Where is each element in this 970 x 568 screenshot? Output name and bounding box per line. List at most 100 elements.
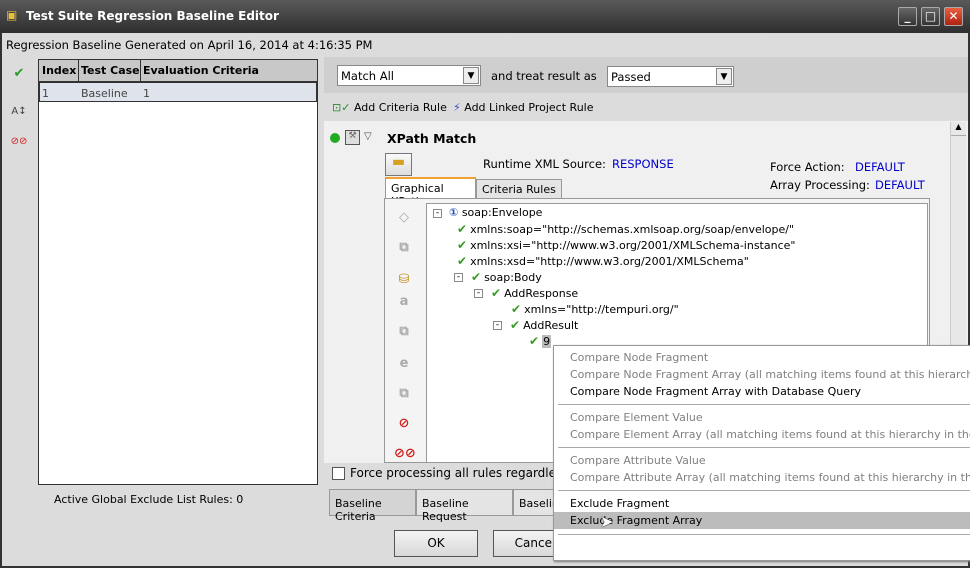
- check-icon: ✔: [457, 238, 468, 252]
- result-select[interactable]: Passed ▼: [607, 66, 734, 87]
- element-value-icon[interactable]: a: [394, 294, 414, 309]
- source-label: Runtime XML Source:: [483, 157, 606, 171]
- tab-baseline-other[interactable]: Baselin: [513, 489, 558, 516]
- ok-button[interactable]: OK: [394, 530, 478, 557]
- source-value[interactable]: RESPONSE: [612, 157, 674, 171]
- collapse-icon[interactable]: -: [474, 289, 483, 298]
- chevron-down-icon[interactable]: ▼: [716, 68, 732, 85]
- node-label: xmlns:soap="http://schemas.xmlsoap.org/s…: [470, 223, 795, 236]
- check-icon: ✔: [457, 222, 468, 236]
- scroll-up-icon[interactable]: ▲: [951, 122, 966, 136]
- collapse-icon[interactable]: -: [433, 209, 442, 218]
- check-icon: ✔: [457, 254, 468, 268]
- force-processing-label: Force processing all rules regardless o: [350, 466, 580, 480]
- array-processing-label: Array Processing:: [770, 178, 870, 192]
- tree-node[interactable]: ① soap:Envelope: [449, 206, 542, 219]
- tree-node[interactable]: ✔ AddResult: [510, 318, 578, 332]
- tab-criteria-rules[interactable]: Criteria Rules (1): [476, 179, 562, 209]
- baseline-table: Index Test Case Evaluation Criteria 1 Ba…: [38, 59, 318, 485]
- menu-item-compare-node-fragment-array: Compare Node Fragment Array (all matchin…: [570, 368, 970, 381]
- treat-label: and treat result as: [491, 69, 597, 83]
- add-linked-project-rule-button[interactable]: ⚡ Add Linked Project Rule: [453, 101, 593, 114]
- column-header[interactable]: Index: [42, 64, 76, 77]
- node-label: 9: [542, 335, 552, 348]
- node-label: xmlns="http://tempuri.org/": [524, 303, 679, 316]
- folder-button[interactable]: ▬: [385, 153, 412, 176]
- tab-baseline-request[interactable]: Baseline Request: [416, 489, 513, 523]
- validate-icon[interactable]: ✔: [10, 66, 28, 84]
- collapse-icon[interactable]: -: [493, 321, 502, 330]
- node-label: AddResult: [523, 319, 579, 332]
- collapse-triangle-icon[interactable]: ▽: [364, 131, 372, 142]
- menu-item-compare-element-value: Compare Element Value: [570, 411, 703, 424]
- exclude-icon[interactable]: ⊘⊘: [10, 136, 28, 154]
- attribute-array-icon[interactable]: ⧉: [394, 386, 414, 401]
- tree-node[interactable]: ✔ xmlns:soap="http://schemas.xmlsoap.org/…: [457, 222, 794, 236]
- check-icon: ✔: [471, 270, 482, 284]
- menu-separator: [558, 447, 970, 448]
- menu-item-exclude-fragment[interactable]: Exclude Fragment: [554, 495, 970, 512]
- exclude-array-icon[interactable]: ⊘⊘: [394, 446, 416, 461]
- tab-baseline-criteria[interactable]: Baseline Criteria: [329, 489, 416, 523]
- node-label: soap:Body: [484, 271, 542, 284]
- sort-icon[interactable]: A↕: [10, 106, 28, 124]
- xpath-tool-strip: ◇ ⧉ ⛁ a ⧉ e ⧉ ⊘ ⊘⊘: [386, 202, 422, 463]
- tree-node[interactable]: ✔ xmlns="http://tempuri.org/": [511, 302, 679, 316]
- menu-separator: [558, 534, 970, 535]
- maximize-button[interactable]: □: [921, 7, 940, 26]
- add-criteria-label: Add Criteria Rule: [353, 101, 447, 114]
- check-icon: ✔: [529, 334, 540, 348]
- node-label: xmlns:xsd="http://www.w3.org/2001/XMLSch…: [470, 255, 749, 268]
- context-menu: Compare Node Fragment Compare Node Fragm…: [553, 345, 970, 561]
- menu-separator: [558, 490, 970, 491]
- element-array-icon[interactable]: ⧉: [394, 324, 414, 339]
- match-select[interactable]: Match All ▼: [337, 65, 481, 86]
- folder-icon: ▬: [391, 154, 406, 170]
- mouse-cursor-icon: ➤: [600, 512, 614, 531]
- close-button[interactable]: ✕: [944, 7, 963, 26]
- tree-node[interactable]: ✔ xmlns:xsd="http://www.w3.org/2001/XMLSc…: [457, 254, 749, 268]
- wrench-icon[interactable]: ⚒: [345, 130, 360, 145]
- force-processing-checkbox[interactable]: Force processing all rules regardless o: [332, 466, 580, 480]
- status-text: Active Global Exclude List Rules: 0: [54, 493, 244, 506]
- info-icon: ①: [449, 206, 459, 219]
- attribute-value-icon[interactable]: e: [394, 356, 414, 371]
- add-rule-icon: ⊡✓: [332, 101, 351, 114]
- node-fragment-icon[interactable]: ◇: [394, 210, 414, 225]
- force-action-value[interactable]: DEFAULT: [855, 160, 905, 174]
- column-header[interactable]: Evaluation Criteria: [143, 64, 259, 77]
- array-processing-value[interactable]: DEFAULT: [875, 178, 925, 192]
- chevron-down-icon[interactable]: ▼: [463, 67, 479, 84]
- column-header[interactable]: Test Case: [81, 64, 140, 77]
- tree-node[interactable]: ✔ AddResponse: [491, 286, 578, 300]
- add-criteria-rule-button[interactable]: ⊡✓ Add Criteria Rule: [332, 101, 447, 114]
- force-action-label: Force Action:: [770, 160, 845, 174]
- match-value: Match All: [341, 69, 395, 83]
- checkbox[interactable]: [332, 467, 345, 480]
- node-label: soap:Envelope: [461, 206, 543, 219]
- minimize-button[interactable]: _: [898, 7, 917, 26]
- node-label: xmlns:xsi="http://www.w3.org/2001/XMLSch…: [470, 239, 796, 252]
- menu-item-compare-node-fragment-array-db[interactable]: Compare Node Fragment Array with Databas…: [554, 383, 970, 400]
- rule-title: XPath Match: [387, 131, 477, 146]
- check-icon: ✔: [511, 302, 522, 316]
- database-icon[interactable]: ⛁: [394, 272, 414, 287]
- tree-node[interactable]: ✔ xmlns:xsi="http://www.w3.org/2001/XMLSc…: [457, 238, 795, 252]
- link-icon: ⚡: [453, 101, 461, 114]
- tree-node[interactable]: ✔ soap:Body: [471, 270, 542, 284]
- app-icon: ▣: [6, 8, 18, 22]
- node-array-icon[interactable]: ⧉: [394, 240, 414, 255]
- status-dot-icon: [330, 133, 340, 143]
- node-label: AddResponse: [504, 287, 579, 300]
- menu-item-exclude-fragment-array[interactable]: Exclude Fragment Array: [554, 512, 970, 529]
- menu-item-compare-attribute-array: Compare Attribute Array (all matching it…: [570, 471, 970, 484]
- collapse-icon[interactable]: -: [454, 273, 463, 282]
- exclude-icon[interactable]: ⊘: [394, 416, 414, 431]
- menu-separator: [558, 404, 970, 405]
- table-row[interactable]: 1 Baseline 1: [39, 82, 317, 102]
- check-icon: ✔: [510, 318, 521, 332]
- tab-graphical-xpath[interactable]: Graphical XPath: [385, 177, 476, 208]
- window-title: Test Suite Regression Baseline Editor: [26, 9, 279, 23]
- tree-node[interactable]: ✔ 9: [529, 334, 552, 348]
- menu-item-compare-attribute-value: Compare Attribute Value: [570, 454, 706, 467]
